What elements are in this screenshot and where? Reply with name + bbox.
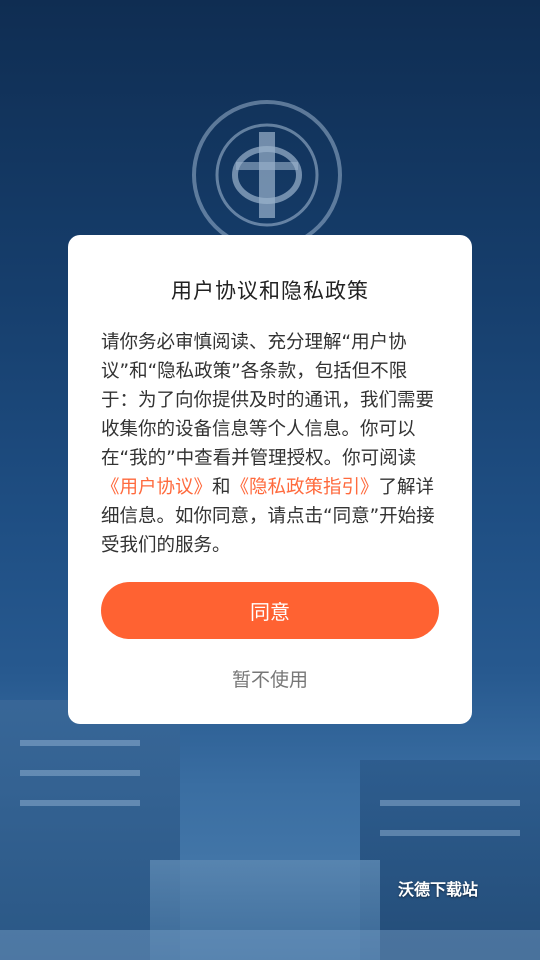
background-window-row	[20, 770, 140, 776]
background-window-row	[20, 800, 140, 806]
privacy-dialog: 用户协议和隐私政策 请你务必审慎阅读、充分理解“用户协议”和“隐私政策”各条款，…	[68, 235, 472, 724]
background-window-row	[380, 800, 520, 806]
university-emblem-icon	[192, 100, 342, 250]
background-window-row	[380, 830, 520, 836]
body-text: 请你务必审慎阅读、充分理解“用户协议”和“隐私政策”各条款，包括但不限于：为了向…	[101, 332, 435, 469]
background-window-row	[20, 740, 140, 746]
background-road	[0, 930, 540, 960]
decline-button[interactable]: 暂不使用	[68, 665, 472, 692]
user-agreement-link[interactable]: 《用户协议》	[101, 477, 212, 498]
dialog-body: 请你务必审慎阅读、充分理解“用户协议”和“隐私政策”各条款，包括但不限于：为了向…	[101, 328, 439, 560]
privacy-policy-link[interactable]: 《隐私政策指引》	[231, 477, 379, 498]
body-text: 和	[212, 477, 231, 498]
agree-button[interactable]: 同意	[101, 582, 439, 639]
dialog-title: 用户协议和隐私政策	[171, 279, 369, 303]
watermark-text: 沃德下载站	[398, 880, 479, 899]
